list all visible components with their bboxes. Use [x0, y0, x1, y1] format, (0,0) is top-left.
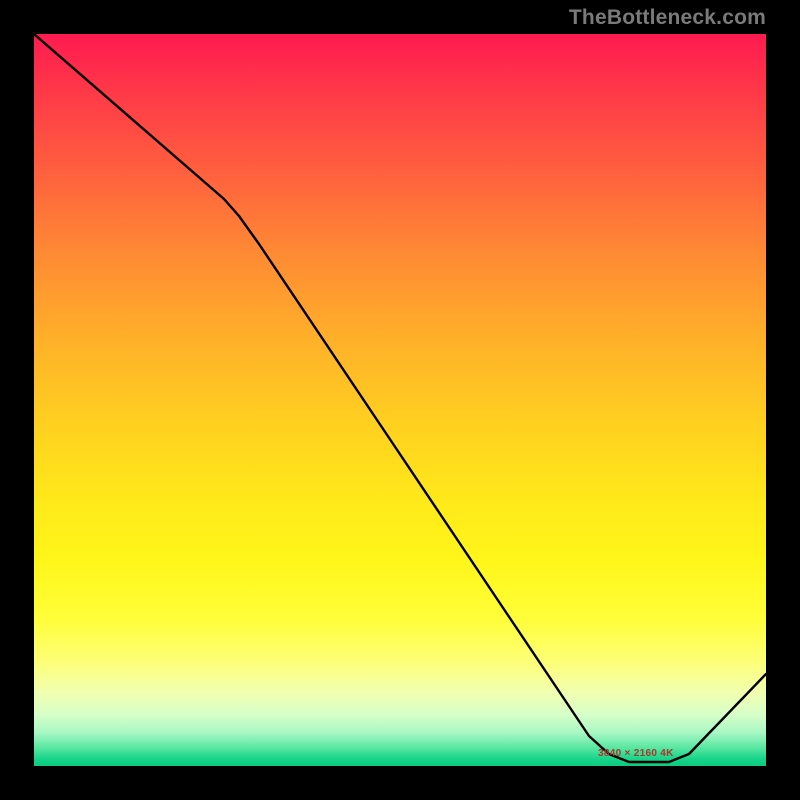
- bottleneck-curve: [34, 34, 766, 766]
- chart-frame: TheBottleneck.com 3840 × 2160 4K: [0, 0, 800, 800]
- resolution-label: 3840 × 2160 4K: [598, 748, 674, 759]
- watermark-text: TheBottleneck.com: [569, 6, 766, 30]
- plot-area: 3840 × 2160 4K: [34, 34, 766, 766]
